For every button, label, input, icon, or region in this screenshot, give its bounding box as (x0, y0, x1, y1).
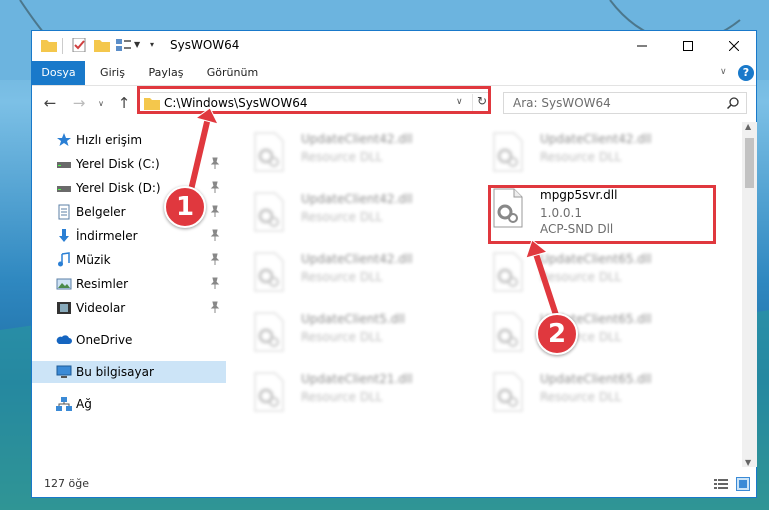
step-badge-1: 1 (164, 186, 206, 228)
step-badge-2: 2 (536, 313, 578, 355)
annotation-arrows (188, 107, 559, 318)
